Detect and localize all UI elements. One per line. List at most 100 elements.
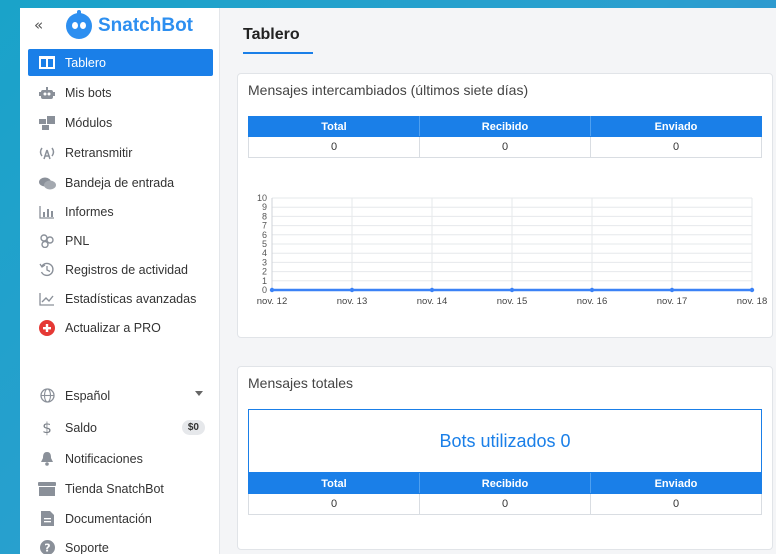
y-tick-label: 7 (262, 221, 267, 231)
dashboard-icon (38, 55, 56, 71)
y-tick-label: 3 (262, 257, 267, 267)
x-tick-label: nov. 13 (337, 296, 367, 307)
language-selector[interactable]: Español (28, 382, 213, 409)
table-cell: 0 (248, 136, 420, 158)
x-tick-label: nov. 12 (257, 296, 287, 307)
history-icon (38, 262, 56, 278)
dollar-icon: $ (42, 418, 52, 437)
sidebar-item-pnl[interactable]: PNL (28, 227, 213, 254)
y-tick-label: 9 (262, 202, 267, 212)
bell-icon (38, 451, 56, 467)
broadcast-icon (38, 145, 56, 161)
column-header: Recibido (419, 116, 591, 137)
x-tick-label: nov. 18 (737, 296, 767, 307)
sidebar-item-mis-bots[interactable]: Mis bots (28, 79, 213, 106)
data-point (349, 287, 355, 293)
column-header: Total (248, 116, 420, 137)
total-stats-table: Total Recibido Enviado 0 0 0 (248, 473, 762, 515)
app-frame: « SnatchBot Tablero Mis bots Módulos Ret… (20, 8, 776, 554)
sidebar-item-notificaciones[interactable]: Notificaciones (28, 445, 213, 472)
data-point (589, 287, 595, 293)
robot-icon (38, 85, 56, 101)
modules-icon (38, 115, 56, 131)
y-tick-label: 8 (262, 211, 267, 221)
sidebar-item-label: Soporte (65, 540, 109, 554)
column-header: Enviado (590, 473, 762, 494)
nlp-icon (38, 233, 56, 249)
sidebar-item-actualizar-pro[interactable]: Actualizar a PRO (28, 314, 213, 341)
sidebar-item-label: Módulos (65, 115, 113, 130)
collapse-sidebar-icon[interactable]: « (34, 17, 43, 33)
exchanged-stats-table: Total Recibido Enviado 0 0 0 (248, 116, 762, 158)
upgrade-plus-icon (38, 319, 56, 336)
y-tick-label: 2 (262, 267, 267, 277)
column-header: Recibido (419, 473, 591, 494)
analytics-icon (38, 291, 56, 307)
sidebar-item-retransmitir[interactable]: Retransmitir (28, 139, 213, 166)
inbox-chat-icon (38, 175, 56, 191)
document-icon (38, 511, 56, 527)
sidebar-item-label: Saldo (65, 420, 97, 435)
data-point (269, 287, 275, 293)
table-row: 0 0 0 (248, 493, 762, 515)
sidebar-item-registros[interactable]: Registros de actividad (28, 256, 213, 283)
y-tick-label: 1 (262, 276, 267, 286)
sidebar-item-modulos[interactable]: Módulos (28, 109, 213, 136)
svg-text:?: ? (44, 542, 50, 554)
sidebar-item-tablero[interactable]: Tablero (28, 49, 213, 76)
y-tick-label: 4 (262, 248, 267, 258)
sidebar-item-estadisticas[interactable]: Estadísticas avanzadas (28, 285, 213, 312)
sidebar-item-documentacion[interactable]: Documentación (28, 505, 213, 532)
sidebar-item-label: PNL (65, 233, 90, 248)
sidebar-item-label: Tienda SnatchBot (65, 481, 164, 496)
table-header-row: Total Recibido Enviado (248, 473, 762, 494)
sidebar-item-informes[interactable]: Informes (28, 198, 213, 225)
sidebar-item-label: Retransmitir (65, 145, 133, 160)
sidebar-item-label: Informes (65, 204, 114, 219)
sidebar-item-tienda[interactable]: Tienda SnatchBot (28, 475, 213, 502)
page-title: Tablero (243, 26, 300, 43)
globe-icon (38, 388, 56, 404)
chevron-down-icon (195, 391, 203, 396)
sidebar-item-label: Actualizar a PRO (65, 320, 161, 335)
y-tick-label: 5 (262, 239, 267, 249)
sidebar-item-soporte[interactable]: ? Soporte (28, 534, 213, 554)
snatchbot-logo-icon[interactable] (66, 10, 92, 39)
table-row: 0 0 0 (248, 136, 762, 158)
sidebar-item-label: Estadísticas avanzadas (65, 291, 197, 306)
data-point (509, 287, 515, 293)
help-icon: ? (38, 540, 56, 554)
table-cell: 0 (419, 493, 591, 515)
x-tick-label: nov. 16 (577, 296, 607, 307)
brand-header: « SnatchBot (20, 8, 220, 46)
x-tick-label: nov. 17 (657, 296, 687, 307)
brand-name[interactable]: SnatchBot (98, 15, 193, 37)
messages-line-chart: 012345678910 nov. 12 nov. 13 nov. 14 nov. 15… (257, 193, 767, 307)
data-point (749, 287, 755, 293)
title-underline (243, 52, 313, 54)
card-title: Mensajes totales (248, 375, 354, 391)
sidebar-item-label: Tablero (65, 55, 106, 70)
sidebar-item-label: Registros de actividad (65, 262, 188, 277)
table-cell: 0 (419, 136, 591, 158)
y-tick-label: 0 (262, 285, 267, 295)
sidebar-item-label: Notificaciones (65, 451, 143, 466)
total-messages-card: Mensajes totales Bots utilizados 0 Total… (237, 366, 773, 550)
y-tick-label: 10 (257, 193, 267, 203)
card-title: Mensajes intercambiados (últimos siete d… (248, 82, 529, 98)
column-header: Total (248, 473, 420, 494)
sidebar-item-bandeja[interactable]: Bandeja de entrada (28, 169, 213, 196)
exchanged-messages-card: Mensajes intercambiados (últimos siete d… (237, 73, 773, 338)
data-point (669, 287, 675, 293)
main-content: Tablero Mensajes intercambiados (últimos… (221, 8, 776, 554)
x-tick-label: nov. 15 (497, 296, 527, 307)
store-icon (38, 481, 56, 497)
sidebar-item-label: Documentación (65, 511, 152, 526)
table-cell: 0 (248, 493, 420, 515)
language-label: Español (65, 388, 111, 403)
reports-icon (38, 204, 56, 220)
data-point (429, 287, 435, 293)
sidebar-item-saldo[interactable]: $ Saldo $0 (28, 414, 213, 441)
sidebar: « SnatchBot Tablero Mis bots Módulos Ret… (20, 8, 220, 554)
column-header: Enviado (590, 116, 762, 137)
